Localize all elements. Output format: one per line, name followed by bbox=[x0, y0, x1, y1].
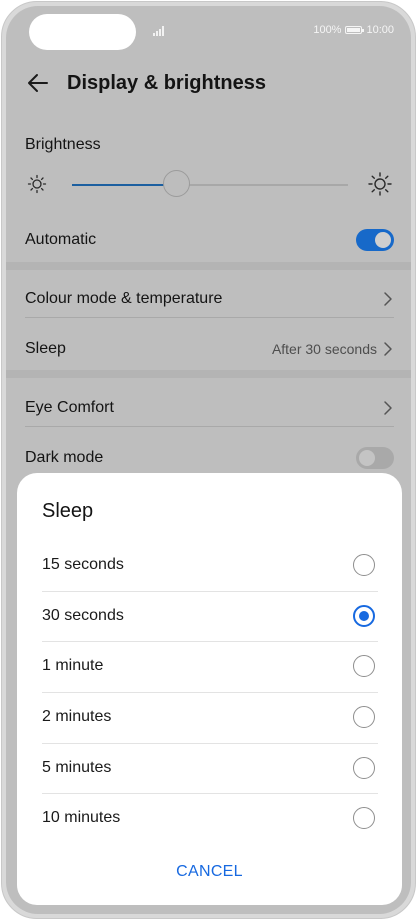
phone-frame: 100% 10:00 Display & brightness Brightne… bbox=[0, 0, 419, 922]
option-1-minute[interactable]: 1 minute bbox=[42, 642, 378, 692]
option-10-minutes[interactable]: 10 minutes bbox=[42, 794, 378, 844]
option-label: 1 minute bbox=[42, 657, 104, 674]
option-label: 2 minutes bbox=[42, 708, 112, 725]
clock: 10:00 bbox=[366, 24, 394, 36]
option-2-minutes[interactable]: 2 minutes bbox=[42, 693, 378, 743]
automatic-toggle[interactable] bbox=[356, 229, 394, 251]
chevron-right-icon bbox=[384, 292, 392, 306]
row-divider bbox=[25, 426, 394, 427]
sleep-label[interactable]: Sleep bbox=[25, 340, 66, 358]
radio-button[interactable] bbox=[353, 807, 375, 829]
cancel-button[interactable]: CANCEL bbox=[17, 863, 402, 881]
dark-mode-label: Dark mode bbox=[25, 449, 104, 466]
chevron-right-icon bbox=[384, 342, 392, 356]
radio-button[interactable] bbox=[353, 757, 375, 779]
option-label: 30 seconds bbox=[42, 607, 124, 624]
sun-large-icon bbox=[368, 172, 392, 196]
battery-percent: 100% bbox=[313, 24, 342, 36]
colour-mode-label[interactable]: Colour mode & temperature bbox=[25, 290, 222, 308]
battery-icon bbox=[345, 26, 365, 34]
option-30-seconds[interactable]: 30 seconds bbox=[42, 592, 378, 642]
brightness-slider-thumb[interactable] bbox=[163, 170, 190, 197]
radio-button[interactable] bbox=[353, 554, 375, 576]
status-bar-right: 100% 10:00 bbox=[313, 24, 394, 36]
brightness-label: Brightness bbox=[25, 136, 101, 153]
option-label: 5 minutes bbox=[42, 759, 112, 776]
back-arrow-icon[interactable] bbox=[25, 70, 51, 96]
option-5-minutes[interactable]: 5 minutes bbox=[42, 744, 378, 794]
section-divider bbox=[6, 262, 411, 270]
radio-button[interactable] bbox=[353, 706, 375, 728]
row-divider bbox=[25, 317, 394, 318]
brightness-slider-track[interactable] bbox=[72, 184, 348, 186]
section-divider bbox=[6, 370, 411, 378]
radio-button[interactable] bbox=[353, 655, 375, 677]
sleep-dialog: Sleep 15 seconds 30 seconds 1 minute 2 m… bbox=[17, 473, 402, 905]
screen: 100% 10:00 Display & brightness Brightne… bbox=[6, 6, 411, 914]
page-title: Display & brightness bbox=[67, 72, 266, 94]
sun-small-icon bbox=[27, 174, 47, 194]
dialog-title: Sleep bbox=[42, 500, 94, 522]
option-label: 15 seconds bbox=[42, 556, 124, 573]
sleep-value: After 30 seconds bbox=[271, 341, 377, 357]
radio-button-selected[interactable] bbox=[353, 605, 375, 627]
brightness-slider-fill bbox=[72, 184, 177, 186]
eye-comfort-label[interactable]: Eye Comfort bbox=[25, 399, 114, 417]
automatic-label: Automatic bbox=[25, 231, 97, 248]
dark-mode-toggle[interactable] bbox=[356, 447, 394, 469]
option-label: 10 minutes bbox=[42, 809, 121, 826]
option-15-seconds[interactable]: 15 seconds bbox=[42, 541, 378, 591]
signal-icon bbox=[153, 26, 165, 36]
camera-cutout bbox=[29, 14, 136, 50]
chevron-right-icon bbox=[384, 401, 392, 415]
